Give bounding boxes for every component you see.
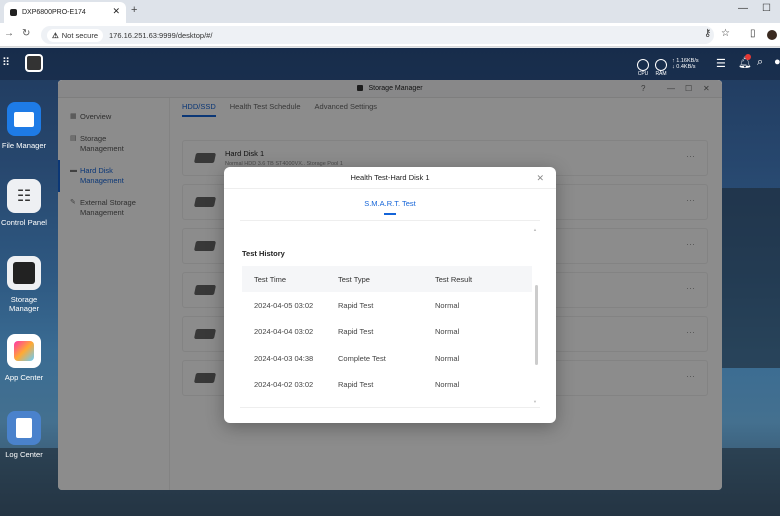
app-storage-manager[interactable]: Storage Manager: [0, 256, 48, 313]
cpu-label: CPU: [637, 71, 649, 77]
key-icon[interactable]: ⚷: [704, 28, 711, 39]
app-center-icon: [7, 334, 41, 368]
table-row: 2024-04-04 03:02 Rapid Test Normal: [242, 319, 532, 346]
cell-test-result: Normal: [435, 327, 460, 337]
star-icon[interactable]: ☆: [721, 28, 730, 39]
notification-bell-icon[interactable]: 🔔︎: [738, 54, 752, 69]
url-text: 176.16.251.63:9999/desktop/#/: [109, 30, 213, 40]
new-tab-button[interactable]: +: [131, 4, 137, 16]
cell-test-result: Normal: [435, 380, 460, 390]
tab-label: S.M.A.R.T. Test: [364, 199, 416, 208]
ram-gauge[interactable]: RAM: [655, 59, 667, 77]
app-control-panel[interactable]: ☷ Control Panel: [0, 179, 48, 227]
log-icon: [7, 411, 41, 445]
table-header: Test Time Test Type Test Result: [242, 266, 532, 292]
browser-toolbar: → ↻ ⚠ Not secure 176.16.251.63:9999/deskt…: [0, 23, 780, 47]
app-label: App Center: [4, 373, 44, 382]
app-label: Storage Manager: [9, 295, 39, 313]
health-test-dialog: Health Test-Hard Disk 1 ✕ S.M.A.R.T. Tes…: [224, 167, 556, 423]
user-icon[interactable]: ●: [774, 56, 780, 68]
tab-title: DXP6800PRO-E174: [22, 9, 86, 16]
browser-tab[interactable]: DXP6800PRO-E174 ✕: [4, 2, 126, 23]
back-icon[interactable]: →: [4, 28, 14, 39]
test-history-table: Test Time Test Type Test Result 2024-04-…: [242, 266, 532, 398]
not-secure-label: Not secure: [61, 30, 99, 40]
cell-test-result: Normal: [435, 353, 460, 363]
cell-test-time: 2024-04-02 03:02: [254, 380, 314, 390]
desktop-toggle-icon[interactable]: [25, 54, 43, 72]
ram-label: RAM: [655, 71, 667, 77]
column-test-result: Test Result: [435, 274, 473, 284]
browser-tab-strip: DXP6800PRO-E174 ✕ + — ☐: [0, 0, 780, 23]
profile-avatar[interactable]: [767, 30, 777, 40]
cpu-gauge[interactable]: CPU: [637, 59, 649, 77]
app-file-manager[interactable]: File Manager: [0, 102, 48, 150]
tab-smart-test[interactable]: S.M.A.R.T. Test: [224, 199, 556, 215]
table-row: 2024-04-02 03:02 Rapid Test Normal: [242, 372, 532, 399]
sidebar-icon[interactable]: ▯: [750, 28, 756, 39]
security-chip[interactable]: ⚠ Not secure: [47, 28, 104, 42]
reload-icon[interactable]: ↻: [22, 28, 30, 39]
nas-topbar: ⠿ CPU RAM ↑ 1.16KB/s ↓ 0.4KB/s ☰ 🔔︎ ⌕ ●: [0, 48, 780, 80]
app-center[interactable]: App Center: [0, 334, 48, 382]
cell-test-result: Normal: [435, 300, 460, 310]
close-tab-icon[interactable]: ✕: [112, 6, 120, 17]
network-speed: ↑ 1.16KB/s ↓ 0.4KB/s: [672, 58, 699, 70]
column-test-type: Test Type: [338, 274, 370, 284]
cell-test-time: 2024-04-04 03:02: [254, 327, 314, 337]
maximize-icon[interactable]: ☐: [762, 3, 771, 14]
scrollbar[interactable]: [535, 285, 538, 365]
table-row: 2024-04-03 04:38 Complete Test Normal: [242, 345, 532, 372]
scroll-up-icon[interactable]: ▲: [533, 227, 537, 232]
dialog-titlebar: Health Test-Hard Disk 1 ✕: [224, 167, 556, 189]
download-speed: ↓ 0.4KB/s: [672, 64, 696, 70]
cell-test-type: Rapid Test: [338, 327, 374, 337]
warning-icon: ⚠: [52, 30, 59, 40]
notification-badge: [745, 54, 751, 60]
favicon-icon: [10, 9, 17, 16]
column-test-time: Test Time: [254, 274, 287, 284]
divider: [240, 220, 540, 221]
search-icon[interactable]: ⌕: [757, 56, 763, 69]
test-history-heading: Test History: [242, 249, 285, 258]
address-bar[interactable]: ⚠ Not secure 176.16.251.63:9999/desktop/#…: [41, 26, 714, 44]
close-icon[interactable]: ✕: [536, 167, 544, 189]
cell-test-time: 2024-04-05 03:02: [254, 300, 314, 310]
cell-test-type: Rapid Test: [338, 300, 374, 310]
cell-test-type: Rapid Test: [338, 380, 374, 390]
app-label: Control Panel: [0, 218, 47, 227]
dialog-title: Health Test-Hard Disk 1: [350, 173, 430, 182]
scroll-down-icon[interactable]: ▼: [533, 399, 537, 404]
cell-test-time: 2024-04-03 04:38: [254, 353, 314, 363]
hard-drive-icon: [7, 256, 41, 290]
sliders-icon: ☷: [7, 179, 41, 213]
divider: [240, 407, 540, 408]
app-log-center[interactable]: Log Center: [0, 411, 48, 459]
app-grid-icon[interactable]: ⠿: [2, 56, 10, 69]
cell-test-type: Complete Test: [338, 353, 386, 363]
app-label: Log Center: [5, 450, 43, 459]
tab-indicator: [384, 213, 396, 215]
task-list-icon[interactable]: ☰: [716, 57, 726, 70]
app-label: File Manager: [1, 141, 47, 150]
minimize-icon[interactable]: —: [738, 3, 748, 14]
folder-icon: [7, 102, 41, 136]
table-row: 2024-04-05 03:02 Rapid Test Normal: [242, 292, 532, 319]
